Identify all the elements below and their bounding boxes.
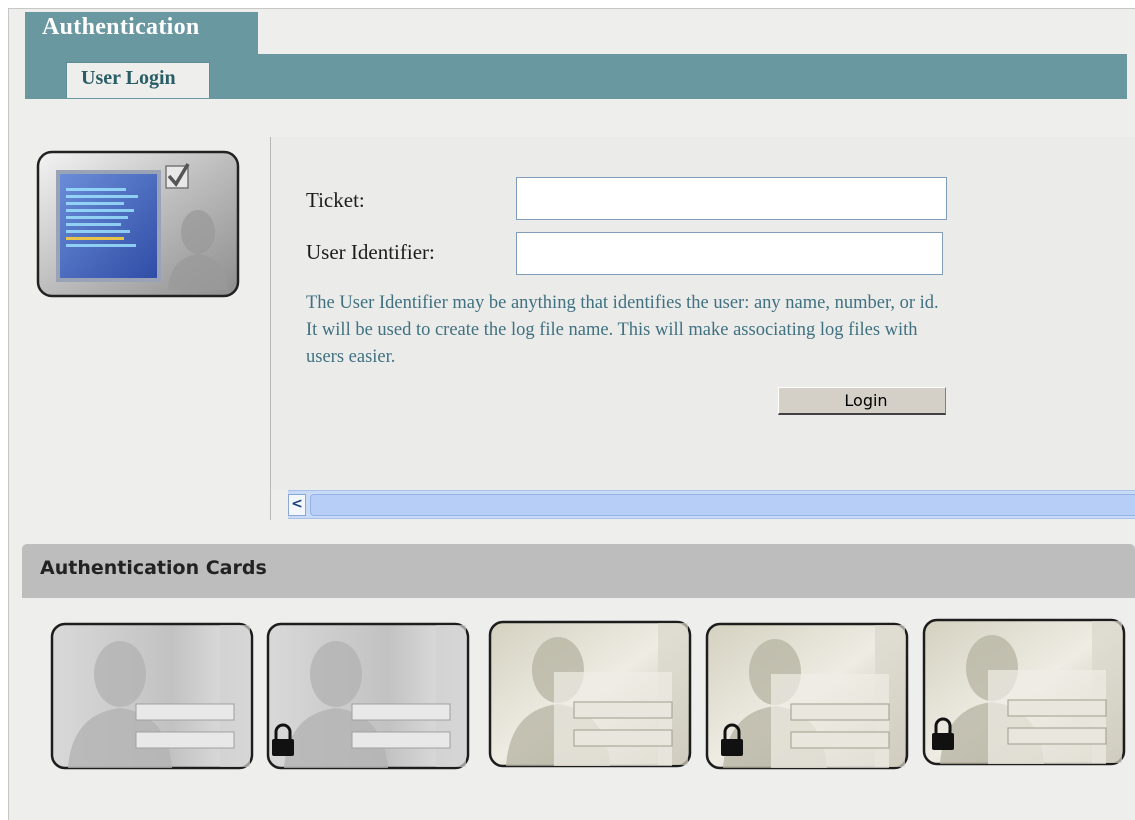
tab-authentication-label: Authentication	[42, 14, 200, 40]
auth-card-1[interactable]	[50, 622, 255, 772]
tab-authentication[interactable]: Authentication	[25, 12, 258, 54]
horizontal-scrollbar[interactable]: <	[288, 490, 1135, 519]
auth-card-2[interactable]	[266, 622, 471, 772]
ticket-input[interactable]	[516, 177, 947, 220]
tab-user-login-label: User Login	[81, 67, 176, 89]
user-identifier-help-text: The User Identifier may be anything that…	[306, 293, 939, 367]
auth-card-3[interactable]	[488, 620, 693, 770]
id-card-check-icon	[36, 150, 240, 298]
scrollbar-thumb[interactable]	[310, 494, 1135, 516]
user-identifier-label: User Identifier:	[306, 240, 435, 264]
auth-card-4[interactable]	[705, 622, 910, 772]
ticket-label: Ticket:	[306, 188, 365, 212]
auth-card-5[interactable]	[922, 618, 1127, 768]
authentication-cards-header: Authentication Cards	[22, 544, 1135, 598]
tab-user-login[interactable]: User Login	[66, 62, 210, 98]
scroll-left-arrow-icon[interactable]: <	[288, 494, 306, 516]
authentication-cards-title: Authentication Cards	[40, 557, 267, 579]
user-identifier-input[interactable]	[516, 232, 943, 275]
login-button[interactable]: Login	[778, 387, 946, 415]
